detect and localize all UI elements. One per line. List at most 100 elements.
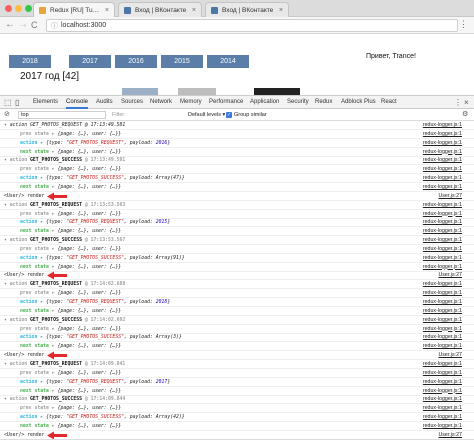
source-link[interactable]: redux-logger.js:1 xyxy=(423,422,462,431)
console-row[interactable]: prev state ▸ {page: {…}, user: {…}} redux… xyxy=(0,325,474,334)
console-row[interactable]: next state ▸ {page: {…}, user: {…}} redux… xyxy=(0,387,474,396)
devtools-tab-memory[interactable]: Memory xyxy=(180,96,202,109)
console-row[interactable]: ▾ action GET_PHOTOS_REQUEST @ 17:14:09.8… xyxy=(0,360,474,369)
devtools-tab-console[interactable]: Console xyxy=(66,96,89,109)
browser-tab[interactable]: Redux [RU] Tutorial v2 × xyxy=(33,2,115,17)
console-row[interactable]: action ▸ {type: "GET_PHOTOS_SUCCESS", pa… xyxy=(0,254,474,263)
source-link[interactable]: redux-logger.js:1 xyxy=(423,325,462,334)
devtools-tab-network[interactable]: Network xyxy=(150,96,172,109)
console-prompt[interactable] xyxy=(0,439,474,445)
year-button-2014[interactable]: 2014 xyxy=(207,55,249,68)
console-row[interactable]: action ▸ {type: "GET_PHOTOS_REQUEST", pa… xyxy=(0,139,474,148)
source-link[interactable]: redux-logger.js:1 xyxy=(423,333,462,342)
console-row[interactable]: ▾ action GET_PHOTOS_SUCCESS @ 17:13:53.5… xyxy=(0,236,474,246)
photo-thumbnail[interactable] xyxy=(178,88,216,95)
source-link[interactable]: redux-logger.js:1 xyxy=(423,254,462,263)
source-link[interactable]: redux-logger.js:1 xyxy=(423,121,462,130)
console-row[interactable]: action ▸ {type: "GET_PHOTOS_SUCCESS", pa… xyxy=(0,413,474,423)
console-row[interactable]: ▾ action GET_PHOTOS_SUCCESS @ 17:13:49.5… xyxy=(0,156,474,166)
source-link[interactable]: redux-logger.js:1 xyxy=(423,387,462,396)
console-row[interactable]: ▾ action GET_PHOTOS_REQUEST @ 17:13:53.5… xyxy=(0,201,474,210)
devtools-tab-sources[interactable]: Sources xyxy=(121,96,143,109)
browser-tab[interactable]: Вход | ВКонтакте × xyxy=(118,2,202,17)
year-button-2018[interactable]: 2018 xyxy=(9,55,51,68)
devtools-tab-adblock-plus[interactable]: Adblock Plus xyxy=(341,96,376,109)
photo-thumbnail[interactable] xyxy=(254,88,300,95)
console-row[interactable]: ▾ action GET_PHOTOS_REQUEST @ 17:13:49.5… xyxy=(0,121,474,130)
source-link[interactable]: redux-logger.js:1 xyxy=(423,210,462,219)
devtools-tab-audits[interactable]: Audits xyxy=(96,96,113,109)
devtools-tab-react[interactable]: React xyxy=(381,96,397,109)
year-button-2017[interactable]: 2017 xyxy=(69,55,111,68)
close-tab-icon[interactable]: × xyxy=(105,7,109,14)
console-row[interactable]: prev state ▸ {page: {…}, user: {…}} redux… xyxy=(0,404,474,414)
browser-tab[interactable]: Вход | ВКонтакте × xyxy=(205,2,289,17)
maximize-window-icon[interactable] xyxy=(25,5,32,12)
source-link[interactable]: redux-logger.js:1 xyxy=(423,130,462,139)
close-tab-icon[interactable]: × xyxy=(192,7,196,14)
console-row[interactable]: ▾ action GET_PHOTOS_REQUEST @ 17:14:02.6… xyxy=(0,280,474,290)
year-button-2015[interactable]: 2015 xyxy=(161,55,203,68)
console-row[interactable]: <User/> render User.js:27 xyxy=(0,431,474,439)
devtools-tab-application[interactable]: Application xyxy=(250,96,279,109)
device-toolbar-icon[interactable]: ▯ xyxy=(15,98,19,107)
close-tab-icon[interactable]: × xyxy=(279,7,283,14)
console-row[interactable]: <User/> render User.js:27 xyxy=(0,351,474,361)
console-row[interactable]: prev state ▸ {page: {…}, user: {…}} redux… xyxy=(0,289,474,299)
source-link[interactable]: redux-logger.js:1 xyxy=(423,369,462,378)
source-link[interactable]: redux-logger.js:1 xyxy=(423,245,462,254)
console-row[interactable]: ▾ action GET_PHOTOS_SUCCESS @ 17:14:09.8… xyxy=(0,395,474,405)
console-row[interactable]: prev state ▸ {page: {…}, user: {…}} redux… xyxy=(0,369,474,378)
console-row[interactable]: next state ▸ {page: {…}, user: {…}} redux… xyxy=(0,263,474,272)
console-row[interactable]: action ▸ {type: "GET_PHOTOS_REQUEST", pa… xyxy=(0,218,474,228)
source-link[interactable]: redux-logger.js:1 xyxy=(423,156,462,165)
console-row[interactable]: <User/> render User.js:27 xyxy=(0,271,474,281)
devtools-tab-redux[interactable]: Redux xyxy=(315,96,332,109)
source-link[interactable]: User.js:27 xyxy=(438,351,462,360)
inspect-element-icon[interactable]: ⬚ xyxy=(4,98,12,107)
source-link[interactable]: redux-logger.js:1 xyxy=(423,360,462,369)
devtools-tab-security[interactable]: Security xyxy=(287,96,309,109)
clear-console-icon[interactable]: ⊘ xyxy=(4,110,10,119)
console-row[interactable]: action ▸ {type: "GET_PHOTOS_REQUEST", pa… xyxy=(0,298,474,307)
source-link[interactable]: redux-logger.js:1 xyxy=(423,298,462,307)
source-link[interactable]: User.js:27 xyxy=(438,431,462,439)
source-link[interactable]: redux-logger.js:1 xyxy=(423,227,462,236)
year-button-2016[interactable]: 2016 xyxy=(115,55,157,68)
source-link[interactable]: redux-logger.js:1 xyxy=(423,280,462,289)
source-link[interactable]: User.js:27 xyxy=(438,192,462,201)
console-row[interactable]: prev state ▸ {page: {…}, user: {…}} redux… xyxy=(0,165,474,175)
filter-input[interactable]: Filter xyxy=(112,111,182,119)
console-row[interactable]: next state ▸ {page: {…}, user: {…}} redux… xyxy=(0,307,474,316)
source-link[interactable]: redux-logger.js:1 xyxy=(423,236,462,245)
source-link[interactable]: redux-logger.js:1 xyxy=(423,201,462,210)
source-link[interactable]: redux-logger.js:1 xyxy=(423,148,462,157)
source-link[interactable]: redux-logger.js:1 xyxy=(423,263,462,272)
address-bar[interactable]: ⓘ localhost:3000 xyxy=(46,19,458,32)
console-row[interactable]: next state ▸ {page: {…}, user: {…}} redux… xyxy=(0,183,474,192)
source-link[interactable]: redux-logger.js:1 xyxy=(423,139,462,148)
back-icon[interactable]: ← xyxy=(5,19,15,31)
console-row[interactable]: action ▸ {type: "GET_PHOTOS_SUCCESS", pa… xyxy=(0,174,474,184)
source-link[interactable]: redux-logger.js:1 xyxy=(423,316,462,325)
source-link[interactable]: redux-logger.js:1 xyxy=(423,289,462,298)
forward-icon[interactable]: → xyxy=(18,19,28,31)
context-select[interactable]: top xyxy=(18,111,106,119)
devtools-tab-elements[interactable]: Elements xyxy=(33,96,58,109)
source-link[interactable]: redux-logger.js:1 xyxy=(423,413,462,422)
source-link[interactable]: redux-logger.js:1 xyxy=(423,218,462,227)
console-row[interactable]: next state ▸ {page: {…}, user: {…}} redux… xyxy=(0,227,474,237)
source-link[interactable]: redux-logger.js:1 xyxy=(423,342,462,351)
source-link[interactable]: User.js:27 xyxy=(438,271,462,280)
console-row[interactable]: next state ▸ {page: {…}, user: {…}} redux… xyxy=(0,422,474,431)
close-window-icon[interactable] xyxy=(5,5,12,12)
console-row[interactable]: prev state ▸ {page: {…}, user: {…}} redux… xyxy=(0,210,474,219)
browser-menu-icon[interactable]: ⋮ xyxy=(459,19,468,30)
close-devtools-icon[interactable]: × xyxy=(464,98,469,107)
devtools-tab-performance[interactable]: Performance xyxy=(209,96,243,109)
source-link[interactable]: redux-logger.js:1 xyxy=(423,307,462,316)
console-row[interactable]: action ▸ {type: "GET_PHOTOS_SUCCESS", pa… xyxy=(0,333,474,343)
photo-thumbnail[interactable] xyxy=(122,88,158,95)
console-row[interactable]: ▾ action GET_PHOTOS_SUCCESS @ 17:14:02.6… xyxy=(0,316,474,325)
console-row[interactable]: next state ▸ {page: {…}, user: {…}} redux… xyxy=(0,342,474,352)
